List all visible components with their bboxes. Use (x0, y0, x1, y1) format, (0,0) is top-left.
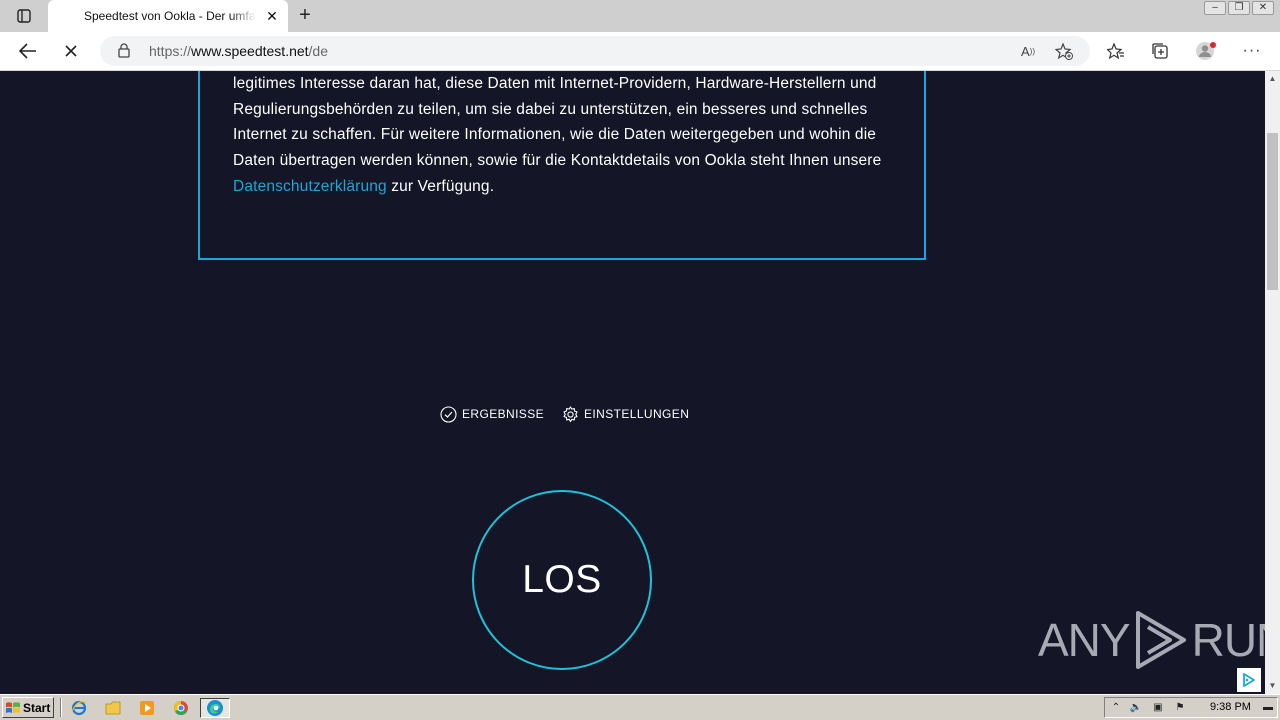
internet-explorer-icon[interactable] (68, 698, 90, 718)
tab-actions-icon[interactable] (10, 7, 38, 25)
url-scheme: https:// (149, 43, 192, 59)
consent-text-main: legitimes Interesse daran hat, diese Dat… (233, 75, 882, 170)
scroll-up-icon[interactable]: ▲ (1265, 71, 1280, 87)
edge-icon[interactable] (200, 698, 230, 718)
start-test-button[interactable]: LOS (472, 490, 652, 670)
favorites-icon[interactable] (1105, 41, 1127, 61)
action-center-flag-icon[interactable]: ⚑ (1173, 701, 1187, 715)
play-logo-icon (1135, 611, 1186, 669)
new-tab-icon[interactable]: + (295, 5, 315, 26)
volume-icon[interactable]: 🔈 (1129, 701, 1143, 715)
page-content: legitimes Interesse daran hat, diese Dat… (0, 71, 1265, 694)
url-text[interactable]: https://www.speedtest.net/de (149, 43, 328, 59)
settings-button[interactable]: EINSTELLUNGEN (562, 405, 690, 423)
consent-box: legitimes Interesse daran hat, diese Dat… (198, 71, 926, 260)
add-favorite-icon[interactable] (1054, 42, 1074, 60)
check-circle-icon (440, 405, 457, 423)
more-options-icon[interactable]: ··· (1241, 41, 1263, 61)
gear-icon (563, 405, 578, 422)
taskbar-clock[interactable]: 9:38 PM (1210, 701, 1251, 713)
browser-tab[interactable]: Speedtest von Ookla - Der umfassende Ges… (48, 0, 288, 32)
tab-close-icon[interactable]: ✕ (264, 8, 280, 24)
media-player-icon[interactable] (136, 698, 158, 718)
lock-icon[interactable] (118, 43, 130, 63)
chrome-icon[interactable] (170, 698, 192, 718)
show-hidden-icons-icon[interactable]: ⌃ (1109, 701, 1123, 715)
stop-loading-icon[interactable] (59, 40, 83, 62)
settings-label: EINSTELLUNGEN (584, 407, 690, 421)
minimize-icon[interactable]: – (1204, 1, 1226, 15)
show-desktop-icon[interactable]: ▬ (1261, 701, 1275, 715)
url-path: /de (308, 43, 329, 59)
navigation-bar: https://www.speedtest.net/de A)) ··· (0, 32, 1280, 71)
window-controls: – ❐ ✕ (1204, 1, 1274, 15)
consent-text-end: zur Verfügung. (386, 177, 495, 195)
results-button[interactable]: ERGEBNISSE (440, 405, 545, 423)
close-window-icon[interactable]: ✕ (1252, 1, 1274, 15)
windows-logo-icon (6, 701, 20, 713)
test-controls: ERGEBNISSE EINSTELLUNGEN (440, 404, 707, 424)
collections-icon[interactable] (1149, 41, 1171, 61)
url-host: www.speedtest.net (191, 43, 309, 59)
taskbar-separator (60, 698, 62, 717)
watermark-text-left: ANY (1038, 614, 1131, 666)
start-button[interactable]: Start (2, 697, 54, 718)
tab-strip: Speedtest von Ookla - Der umfassende Ges… (0, 0, 1280, 32)
file-explorer-icon[interactable] (102, 698, 124, 718)
anyrun-watermark: ANY RUN (1038, 609, 1265, 671)
back-arrow-icon[interactable] (16, 40, 40, 62)
watermark-text-right: RUN (1191, 614, 1265, 666)
scroll-down-icon[interactable]: ▼ (1265, 678, 1280, 694)
network-icon[interactable]: ▣ (1151, 701, 1165, 715)
address-bar[interactable]: https://www.speedtest.net/de A)) (100, 36, 1090, 66)
page-scrollbar[interactable]: ▲ ▼ (1265, 71, 1280, 694)
adchoices-icon[interactable] (1237, 668, 1261, 692)
scrollbar-thumb[interactable] (1267, 133, 1278, 290)
taskbar: Start ⌃ 🔈 ▣ ⚑ 9:38 PM ▬ (0, 694, 1280, 720)
read-aloud-icon[interactable]: A)) (1018, 42, 1038, 60)
profile-avatar-icon[interactable] (1195, 41, 1217, 61)
restore-icon[interactable]: ❐ (1228, 1, 1250, 15)
results-label: ERGEBNISSE (462, 407, 545, 421)
tab-title: Speedtest von Ookla - Der umfassende Ges… (84, 9, 256, 23)
privacy-policy-link[interactable]: Datenschutzerklärung (233, 178, 387, 195)
start-label: Start (23, 700, 51, 715)
start-test-label: LOS (522, 558, 602, 601)
consent-text: legitimes Interesse daran hat, diese Dat… (233, 71, 893, 200)
system-tray: ⌃ 🔈 ▣ ⚑ 9:38 PM ▬ (1104, 697, 1278, 718)
